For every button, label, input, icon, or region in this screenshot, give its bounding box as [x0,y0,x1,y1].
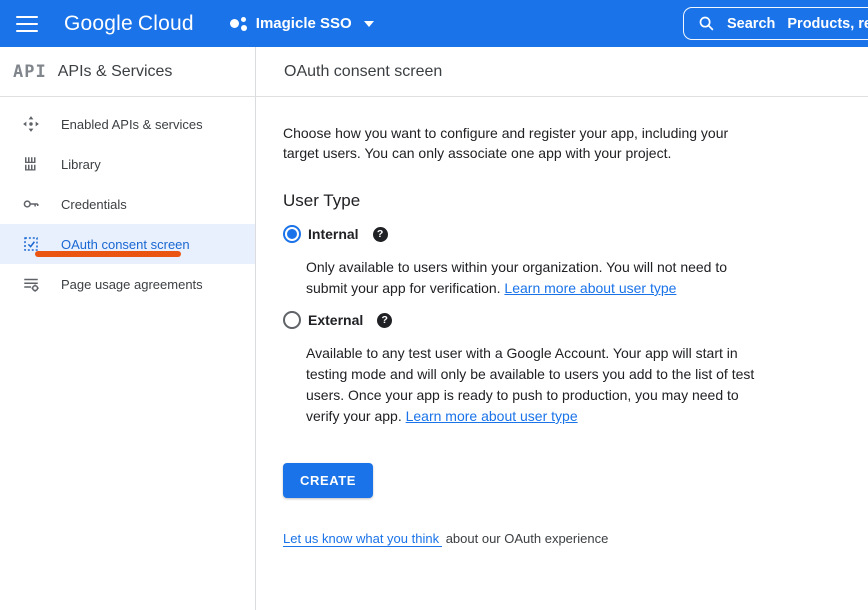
sidebar-item-label: OAuth consent screen [61,237,190,252]
top-app-bar: GoogleCloud Imagicle SSO Search Products… [0,0,868,47]
intro-text: Choose how you want to configure and reg… [283,123,848,163]
sidebar: API APIs & Services Enabled APIs & servi… [0,47,256,610]
sidebar-item-label: Library [61,157,101,172]
user-type-option-external: External ? Available to any test user wi… [283,311,848,427]
chevron-down-icon [364,21,374,27]
project-name: Imagicle SSO [256,15,352,32]
library-icon [22,155,40,173]
page-content: Choose how you want to configure and reg… [256,97,868,546]
sidebar-item-page-usage-agreements[interactable]: Page usage agreements [0,264,255,304]
sidebar-item-credentials[interactable]: Credentials [0,184,255,224]
project-icon [230,15,248,33]
sidebar-item-oauth-consent-screen[interactable]: OAuth consent screen [0,224,255,264]
feedback-text: about our OAuth experience [442,531,608,546]
search-placeholder: Products, res [787,16,868,32]
external-learn-more-link[interactable]: Learn more about user type [406,408,578,424]
feedback-link[interactable]: Let us know what you think [283,531,442,547]
google-cloud-logo[interactable]: GoogleCloud [64,12,194,36]
enabled-apis-icon [22,115,40,133]
user-type-heading: User Type [283,191,848,211]
sidebar-item-label: Page usage agreements [61,277,203,292]
create-button[interactable]: CREATE [283,463,373,498]
sidebar-item-label: Credentials [61,197,127,212]
search-input[interactable]: Search Products, res [683,7,868,40]
page-agreements-icon [22,275,40,293]
sidebar-item-library[interactable]: Library [0,144,255,184]
menu-icon[interactable] [16,16,38,32]
api-logo-icon: API [13,62,47,82]
help-icon[interactable]: ? [373,227,388,242]
page-title: OAuth consent screen [284,63,442,81]
external-label: External [308,312,363,328]
annotation-underline [35,251,181,257]
external-description: Available to any test user with a Google… [306,343,848,427]
project-selector[interactable]: Imagicle SSO [230,15,374,33]
user-type-option-internal: Internal ? Only available to users withi… [283,225,848,299]
internal-learn-more-link[interactable]: Learn more about user type [504,280,676,296]
internal-radio[interactable] [283,225,301,243]
sidebar-item-enabled-apis[interactable]: Enabled APIs & services [0,104,255,144]
search-label: Search [727,16,775,32]
sidebar-item-label: Enabled APIs & services [61,117,203,132]
sidebar-header: API APIs & Services [0,47,255,97]
external-radio[interactable] [283,311,301,329]
sidebar-title: APIs & Services [58,63,173,81]
key-icon [22,195,40,213]
help-icon[interactable]: ? [377,313,392,328]
internal-description: Only available to users within your orga… [306,257,848,299]
internal-label: Internal [308,226,359,242]
page-header: OAuth consent screen [256,47,868,97]
feedback-line: Let us know what you think about our OAu… [283,531,848,546]
main-panel: OAuth consent screen Choose how you want… [256,47,868,610]
sidebar-nav: Enabled APIs & services Library [0,97,255,304]
search-icon [698,15,715,32]
